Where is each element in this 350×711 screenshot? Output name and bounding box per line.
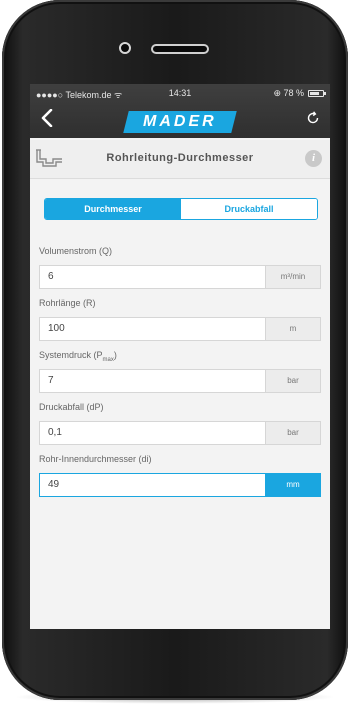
tab-durchmesser[interactable]: Durchmesser [45, 199, 181, 219]
innendurchmesser-input[interactable]: 49 [39, 473, 265, 497]
top-bar: ●●●●○ Telekom.de ᯤ 14:31 ⊕ 78 % MADER [30, 84, 330, 138]
rohrlaenge-field: 100 m [39, 317, 321, 341]
rohrlaenge-unit: m [265, 317, 321, 341]
rohrlaenge-input[interactable]: 100 [39, 317, 265, 341]
mader-logo: MADER [123, 111, 237, 133]
back-button[interactable] [36, 105, 58, 131]
app-screen: ●●●●○ Telekom.de ᯤ 14:31 ⊕ 78 % MADER Ro… [30, 84, 330, 629]
druckabfall-unit: bar [265, 421, 321, 445]
home-button[interactable] [142, 636, 212, 682]
battery-icon [308, 90, 326, 97]
status-bar: ●●●●○ Telekom.de ᯤ 14:31 ⊕ 78 % [30, 88, 330, 102]
refresh-icon [307, 111, 319, 124]
systemdruck-field: 7 bar [39, 369, 321, 393]
systemdruck-label-sub: max [102, 356, 114, 363]
rohrlaenge-label: Rohrlänge (R) [39, 298, 96, 308]
phone-frame: ●●●●○ Telekom.de ᯤ 14:31 ⊕ 78 % MADER Ro… [2, 0, 348, 700]
volumenstrom-field: 6 m³/min [39, 265, 321, 289]
innendurchmesser-unit: mm [265, 473, 321, 497]
chevron-left-icon [41, 108, 53, 128]
druckabfall-field: 0,1 bar [39, 421, 321, 445]
druckabfall-input[interactable]: 0,1 [39, 421, 265, 445]
innendurchmesser-label: Rohr-Innendurchmesser (di) [39, 454, 152, 464]
volumenstrom-unit: m³/min [265, 265, 321, 289]
page-title: Rohrleitung-Durchmesser [106, 152, 254, 164]
volumenstrom-label: Volumenstrom (Q) [39, 246, 113, 256]
status-right: ⊕ 78 % [273, 88, 326, 99]
battery-text: ⊕ 78 % [273, 88, 304, 98]
volumenstrom-input[interactable]: 6 [39, 265, 265, 289]
logo-text: MADER [143, 113, 217, 130]
systemdruck-label: Systemdruck (Pmax) [39, 350, 117, 363]
innendurchmesser-field: 49 mm [39, 473, 321, 497]
systemdruck-label-text: Systemdruck (P [39, 350, 103, 360]
info-icon[interactable]: i [305, 150, 322, 167]
mode-switch: Durchmesser Druckabfall [44, 198, 318, 220]
tab-druckabfall[interactable]: Druckabfall [181, 199, 317, 219]
battery-fill [310, 92, 320, 95]
earpiece-speaker [151, 44, 209, 54]
systemdruck-unit: bar [265, 369, 321, 393]
druckabfall-label: Druckabfall (dP) [39, 402, 104, 412]
systemdruck-input[interactable]: 7 [39, 369, 265, 393]
refresh-button[interactable] [302, 107, 324, 129]
front-camera [119, 42, 131, 54]
systemdruck-label-tail: ) [113, 350, 117, 360]
title-row: Rohrleitung-Durchmesser i [30, 140, 330, 179]
